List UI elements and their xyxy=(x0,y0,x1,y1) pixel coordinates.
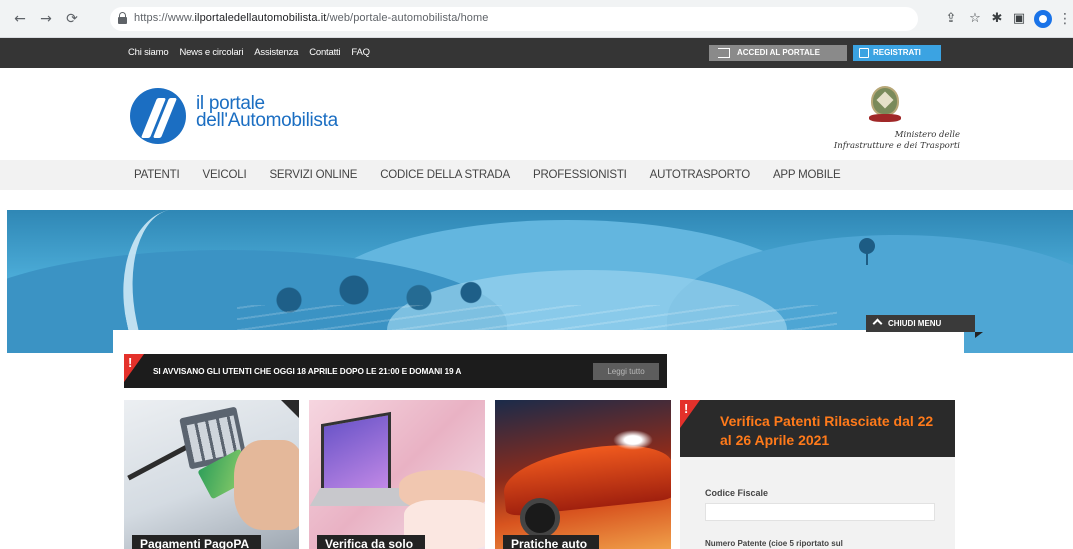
nav-item-app-mobile[interactable]: APP MOBILE xyxy=(773,169,841,181)
top-link-contatti[interactable]: Contatti xyxy=(309,47,340,58)
card-label[interactable]: Verifica da solo xyxy=(317,535,426,549)
browser-toolbar: ← → ⟳ https://www.ilportaledellautomobil… xyxy=(0,0,1073,38)
exclamation-icon: ! xyxy=(684,401,689,416)
top-link-news[interactable]: News e circolari xyxy=(179,47,243,58)
top-link-chi-siamo[interactable]: Chi siamo xyxy=(128,47,169,58)
address-bar[interactable]: https://www.ilportaledellautomobilista.i… xyxy=(110,7,918,31)
card-pagamenti[interactable]: Pagamenti PagoPA xyxy=(124,400,299,549)
card-pratiche[interactable]: Pratiche auto xyxy=(495,400,671,549)
forward-icon[interactable]: → xyxy=(36,9,56,29)
edit-icon xyxy=(859,48,869,58)
alert-banner: ! SI AVVISANO GLI UTENTI CHE OGGI 18 APR… xyxy=(124,354,667,388)
share-icon[interactable]: ⇪ xyxy=(942,10,960,28)
top-link-faq[interactable]: FAQ xyxy=(351,47,370,58)
close-menu-label: CHIUDI MENU xyxy=(888,319,942,328)
ministry-line-2: Infrastrutture e dei Trasporti xyxy=(833,141,960,151)
side-panel-header: ! Verifica Patenti Rilasciate dal 22 al … xyxy=(680,400,955,457)
alert-corner xyxy=(680,400,700,428)
codice-fiscale-label: Codice Fiscale xyxy=(705,488,769,498)
register-button[interactable]: REGISTRATI xyxy=(853,45,941,61)
logo-line-2: dell'Automobilista xyxy=(196,110,338,131)
exclamation-icon: ! xyxy=(128,355,133,370)
back-icon[interactable]: ← xyxy=(10,9,30,29)
tree-graphic xyxy=(859,238,875,265)
register-button-label: REGISTRATI xyxy=(873,48,921,57)
sidepanel-icon[interactable]: ▣ xyxy=(1010,10,1028,28)
login-button-label: ACCEDI AL PORTALE xyxy=(737,48,820,57)
nav-item-veicoli[interactable]: VEICOLI xyxy=(202,169,246,181)
puzzle-icon[interactable]: ✱ xyxy=(988,10,1006,28)
site-logo-text[interactable]: il portale dell'Automobilista xyxy=(196,94,338,131)
card-corner xyxy=(281,400,299,418)
alert-text: SI AVVISANO GLI UTENTI CHE OGGI 18 APRIL… xyxy=(153,366,462,376)
site-logo-icon[interactable] xyxy=(130,88,186,144)
card-label[interactable]: Pratiche auto xyxy=(503,535,600,549)
reload-icon[interactable]: ⟳ xyxy=(62,9,82,29)
alert-corner xyxy=(124,354,144,382)
kebab-menu-icon[interactable]: ⋮ xyxy=(1058,10,1072,28)
close-menu-button[interactable]: CHIUDI MENU xyxy=(866,315,983,338)
lock-icon xyxy=(118,12,127,24)
nav-item-codice-della-strada[interactable]: CODICE DELLA STRADA xyxy=(380,169,510,181)
login-icon xyxy=(718,48,730,58)
codice-fiscale-input[interactable] xyxy=(705,503,935,521)
top-link-assistenza[interactable]: Assistenza xyxy=(254,47,298,58)
nav-item-professionisti[interactable]: PROFESSIONISTI xyxy=(533,169,627,181)
ministry-line-1: Ministero delle xyxy=(894,130,960,140)
login-button[interactable]: ACCEDI AL PORTALE xyxy=(709,45,847,61)
numero-patente-label: Numero Patente (cioe 5 riportato sul xyxy=(705,539,843,548)
side-panel-title: Verifica Patenti Rilasciate dal 22 al 26… xyxy=(720,413,934,448)
card-label[interactable]: Pagamenti PagoPA xyxy=(132,535,262,549)
republic-emblem-icon xyxy=(866,84,904,126)
chevron-up-icon xyxy=(872,318,883,329)
nav-item-servizi-online[interactable]: SERVIZI ONLINE xyxy=(269,169,357,181)
profile-icon[interactable] xyxy=(1034,10,1052,28)
card-verifica[interactable]: Verifica da solo xyxy=(309,400,485,549)
nav-item-patenti[interactable]: PATENTI xyxy=(134,169,180,181)
nav-item-autotrasporto[interactable]: AUTOTRASPORTO xyxy=(650,169,750,181)
read-all-button[interactable]: Leggi tutto xyxy=(593,363,659,380)
star-icon[interactable]: ☆ xyxy=(966,10,984,28)
ministry-name: Ministero delle Infrastrutture e dei Tra… xyxy=(810,130,960,152)
url-text[interactable]: https://www.ilportaledellautomobilista.i… xyxy=(134,12,489,24)
main-nav: PATENTI VEICOLI SERVIZI ONLINE CODICE DE… xyxy=(0,160,1073,190)
top-links: Chi siamo News e circolari Assistenza Co… xyxy=(128,47,370,58)
